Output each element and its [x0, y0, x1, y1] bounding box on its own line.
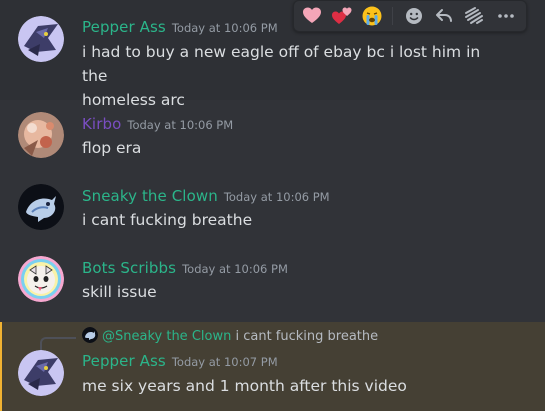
create-thread-button[interactable]: [460, 4, 488, 28]
message-action-toolbar: [293, 0, 527, 32]
username[interactable]: Pepper Ass: [82, 352, 166, 370]
reply-mention[interactable]: @Sneaky the Clown: [102, 329, 231, 344]
avatar[interactable]: [18, 16, 64, 62]
message-header: Pepper Ass Today at 10:06 PM: [82, 17, 278, 36]
username[interactable]: Bots Scribbs: [82, 259, 176, 277]
thread-icon: [465, 7, 483, 24]
mention-highlight-bar: [0, 322, 2, 411]
add-reaction-button[interactable]: [400, 4, 428, 28]
message-item[interactable]: Kirbo Today at 10:06 PM flop era: [0, 100, 545, 172]
avatar[interactable]: [18, 256, 64, 302]
reply-reference[interactable]: @Sneaky the Clown i cant fucking breathe: [82, 327, 378, 344]
message-content: i cant fucking breathe: [82, 211, 253, 229]
crying-face-icon: [362, 6, 382, 26]
message-header: Pepper Ass Today at 10:07 PM: [82, 351, 278, 370]
reply-avatar: [82, 327, 98, 343]
username[interactable]: Kirbo: [82, 115, 121, 133]
message-content: skill issue: [82, 283, 157, 301]
timestamp: Today at 10:06 PM: [223, 190, 330, 204]
toolbar-divider: [392, 7, 393, 25]
message-item[interactable]: Sneaky the Clown Today at 10:06 PM i cant…: [0, 172, 545, 244]
username[interactable]: Pepper Ass: [82, 18, 166, 36]
message-content: flop era: [82, 139, 142, 157]
username[interactable]: Sneaky the Clown: [82, 187, 218, 205]
chat-message-list: Pepper Ass Today at 10:06 PM i had to buy…: [0, 0, 545, 411]
heart-icon: [303, 7, 321, 23]
timestamp: Today at 10:06 PM: [171, 21, 278, 35]
heart-reaction-button[interactable]: [298, 4, 326, 28]
message-item-mentioned[interactable]: @Sneaky the Clown i cant fucking breathe…: [0, 322, 545, 411]
reply-preview-text: i cant fucking breathe: [235, 329, 379, 344]
timestamp: Today at 10:06 PM: [182, 262, 288, 276]
message-header: Sneaky the Clown Today at 10:06 PM: [82, 186, 330, 205]
avatar[interactable]: [18, 112, 64, 158]
more-options-button[interactable]: [492, 4, 520, 28]
reply-spine: [40, 337, 76, 351]
timestamp: Today at 10:07 PM: [171, 355, 278, 369]
message-content: me six years and 1 month after this vide…: [82, 377, 407, 395]
reply-icon: [436, 9, 452, 22]
add-reaction-icon: [406, 8, 422, 24]
message-item[interactable]: Bots Scribbs Today at 10:06 PM skill issu…: [0, 244, 545, 320]
avatar[interactable]: [18, 350, 64, 396]
reply-button[interactable]: [430, 4, 458, 28]
message-header: Bots Scribbs Today at 10:06 PM: [82, 258, 288, 277]
avatar[interactable]: [18, 184, 64, 230]
timestamp: Today at 10:06 PM: [127, 118, 234, 132]
crying-reaction-button[interactable]: [358, 4, 386, 28]
message-header: Kirbo Today at 10:06 PM: [82, 114, 233, 133]
message-text-line: i had to buy a new eagle off of ebay bc …: [82, 43, 481, 85]
more-icon: [498, 14, 514, 18]
two-hearts-icon: [332, 7, 352, 24]
two-hearts-reaction-button[interactable]: [328, 4, 356, 28]
